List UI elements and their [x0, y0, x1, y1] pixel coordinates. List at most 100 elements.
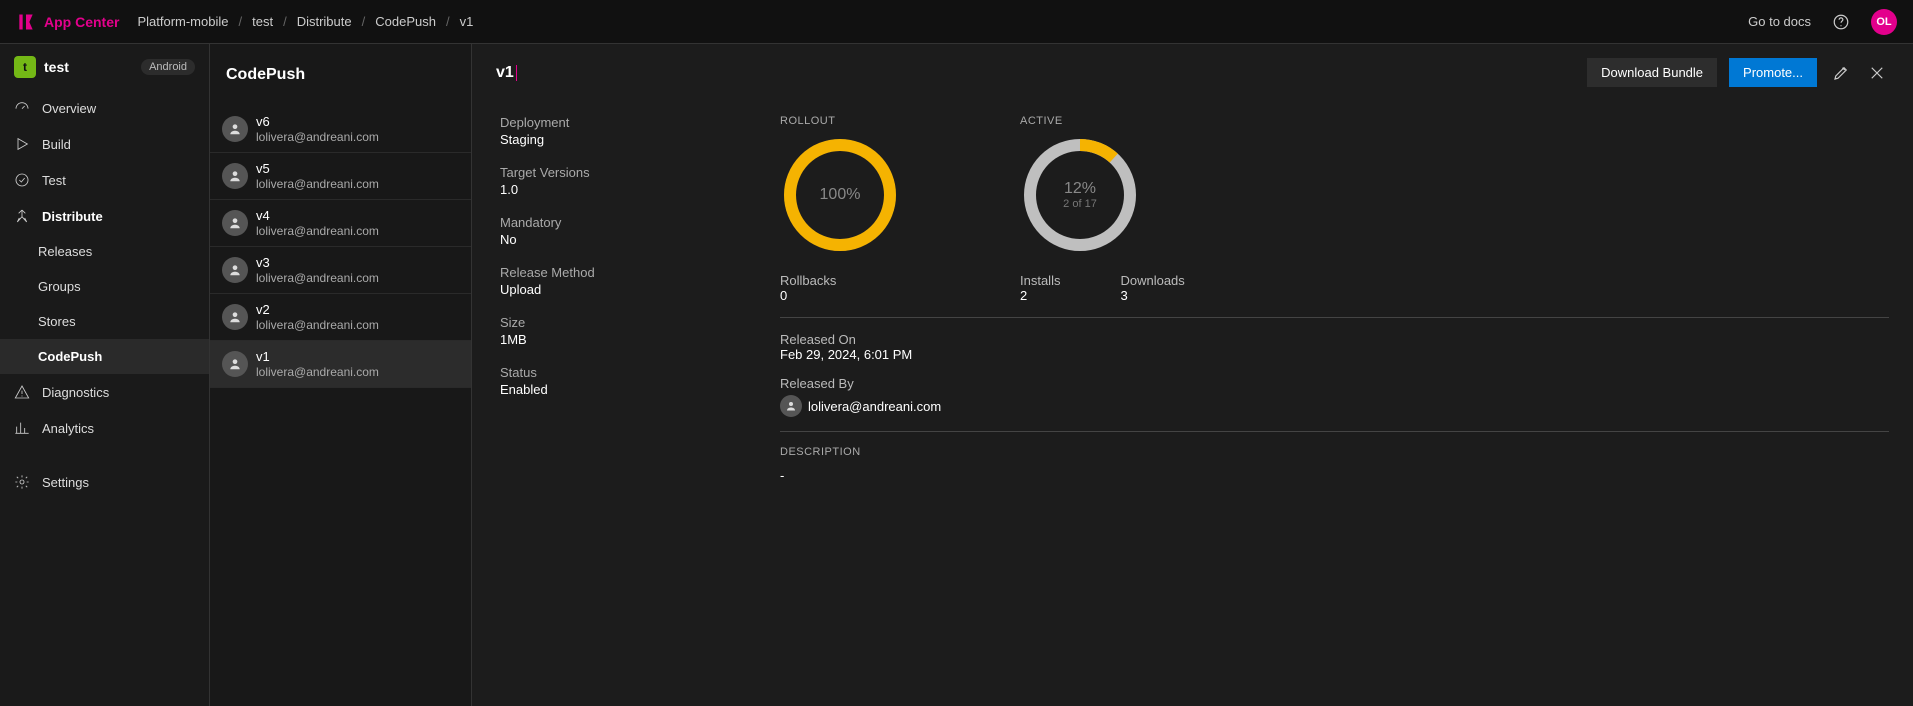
app-name: test	[44, 59, 69, 75]
help-icon[interactable]	[1829, 10, 1853, 34]
field-label: Target Versions	[500, 165, 700, 180]
release-method-value: Upload	[500, 282, 700, 297]
close-icon[interactable]	[1865, 61, 1889, 85]
field-label: Deployment	[500, 115, 700, 130]
sidebar-item-label: Overview	[42, 101, 96, 116]
gear-icon	[14, 474, 30, 490]
sidebar-item-label: CodePush	[38, 349, 102, 364]
breadcrumb-item[interactable]: test	[252, 14, 273, 29]
target-versions-value: 1.0	[500, 182, 700, 197]
rollbacks-value: 0	[780, 288, 836, 303]
released-by-value: lolivera@andreani.com	[808, 399, 941, 414]
rollout-block: ROLLOUT 100% Rollbacks0	[780, 115, 900, 303]
active-block: ACTIVE 12% 2 of 17 In	[1020, 115, 1185, 303]
sidebar-item-diagnostics[interactable]: Diagnostics	[0, 374, 209, 410]
user-icon	[780, 395, 802, 417]
user-icon	[222, 351, 248, 377]
version-name: v2	[256, 302, 379, 318]
version-email: lolivera@andreani.com	[256, 365, 379, 379]
breadcrumb-item[interactable]: v1	[460, 14, 474, 29]
promote-button[interactable]: Promote...	[1729, 58, 1817, 87]
sidebar-item-analytics[interactable]: Analytics	[0, 410, 209, 446]
released-on-value: Feb 29, 2024, 6:01 PM	[780, 347, 1889, 362]
release-title: v1	[496, 64, 514, 82]
installs-value: 2	[1020, 288, 1060, 303]
active-ratio: 2 of 17	[1063, 198, 1097, 210]
downloads-label: Downloads	[1120, 273, 1184, 288]
version-item[interactable]: v2lolivera@andreani.com	[210, 294, 471, 341]
check-circle-icon	[14, 172, 30, 188]
version-email: lolivera@andreani.com	[256, 224, 379, 238]
sidebar-item-stores[interactable]: Stores	[0, 304, 209, 339]
released-on-label: Released On	[780, 332, 1889, 347]
version-item[interactable]: v3lolivera@andreani.com	[210, 247, 471, 294]
sidebar-item-label: Diagnostics	[42, 385, 109, 400]
version-name: v1	[256, 349, 379, 365]
user-icon	[222, 116, 248, 142]
active-percent: 12%	[1064, 180, 1096, 198]
description-value: -	[780, 468, 1889, 483]
sidebar-item-label: Settings	[42, 475, 89, 490]
version-email: lolivera@andreani.com	[256, 318, 379, 332]
deployment-value: Staging	[500, 132, 700, 147]
rollout-title: ROLLOUT	[780, 115, 900, 127]
downloads-value: 3	[1120, 288, 1184, 303]
breadcrumb-item[interactable]: CodePush	[375, 14, 436, 29]
edit-icon[interactable]	[1829, 61, 1853, 85]
version-column: CodePush v6lolivera@andreani.com v5loliv…	[210, 44, 472, 706]
version-item[interactable]: v5lolivera@andreani.com	[210, 153, 471, 200]
sidebar-item-groups[interactable]: Groups	[0, 269, 209, 304]
sidebar-item-label: Groups	[38, 279, 81, 294]
text-cursor-icon	[516, 65, 517, 81]
platform-badge: Android	[141, 59, 195, 75]
version-item[interactable]: v4lolivera@andreani.com	[210, 200, 471, 247]
sidebar-item-label: Distribute	[42, 209, 103, 224]
sidebar-item-label: Build	[42, 137, 71, 152]
sidebar-item-distribute[interactable]: Distribute	[0, 198, 209, 234]
field-label: Release Method	[500, 265, 700, 280]
version-email: lolivera@andreani.com	[256, 177, 379, 191]
sidebar-item-codepush[interactable]: CodePush	[0, 339, 209, 374]
status-value: Enabled	[500, 382, 700, 397]
version-name: v6	[256, 114, 379, 130]
active-donut-chart: 12% 2 of 17	[1020, 135, 1140, 255]
distribute-icon	[14, 208, 30, 224]
mandatory-value: No	[500, 232, 700, 247]
size-value: 1MB	[500, 332, 700, 347]
user-icon	[222, 163, 248, 189]
divider	[780, 317, 1889, 318]
version-email: lolivera@andreani.com	[256, 130, 379, 144]
appcenter-logo-icon	[16, 12, 36, 32]
details-section: DeploymentStaging Target Versions1.0 Man…	[500, 115, 700, 483]
main-panel: v1 Download Bundle Promote... Deployment…	[472, 44, 1913, 706]
breadcrumb-item[interactable]: Platform-mobile	[137, 14, 228, 29]
download-bundle-button[interactable]: Download Bundle	[1587, 58, 1717, 87]
user-icon	[222, 257, 248, 283]
go-to-docs-link[interactable]: Go to docs	[1748, 14, 1811, 29]
sidebar: t test Android Overview Build Test Distr…	[0, 44, 210, 706]
breadcrumb-item[interactable]: Distribute	[297, 14, 352, 29]
installs-label: Installs	[1020, 273, 1060, 288]
sidebar-item-overview[interactable]: Overview	[0, 90, 209, 126]
brand-label[interactable]: App Center	[44, 14, 119, 30]
sidebar-item-releases[interactable]: Releases	[0, 234, 209, 269]
sidebar-item-settings[interactable]: Settings	[0, 464, 209, 500]
user-icon	[222, 210, 248, 236]
version-email: lolivera@andreani.com	[256, 271, 379, 285]
version-item[interactable]: v1lolivera@andreani.com	[210, 341, 471, 388]
sidebar-item-test[interactable]: Test	[0, 162, 209, 198]
description-label: DESCRIPTION	[780, 446, 1889, 458]
metrics-section: ROLLOUT 100% Rollbacks0	[780, 115, 1889, 483]
sidebar-item-build[interactable]: Build	[0, 126, 209, 162]
field-label: Size	[500, 315, 700, 330]
breadcrumb: Platform-mobile/ test/ Distribute/ CodeP…	[137, 14, 473, 29]
field-label: Status	[500, 365, 700, 380]
rollout-percent: 100%	[820, 186, 861, 204]
rollbacks-label: Rollbacks	[780, 273, 836, 288]
play-icon	[14, 136, 30, 152]
app-header[interactable]: t test Android	[0, 44, 209, 90]
version-item[interactable]: v6lolivera@andreani.com	[210, 106, 471, 153]
sidebar-item-label: Releases	[38, 244, 92, 259]
user-avatar[interactable]: OL	[1871, 9, 1897, 35]
rollout-donut-chart: 100%	[780, 135, 900, 255]
